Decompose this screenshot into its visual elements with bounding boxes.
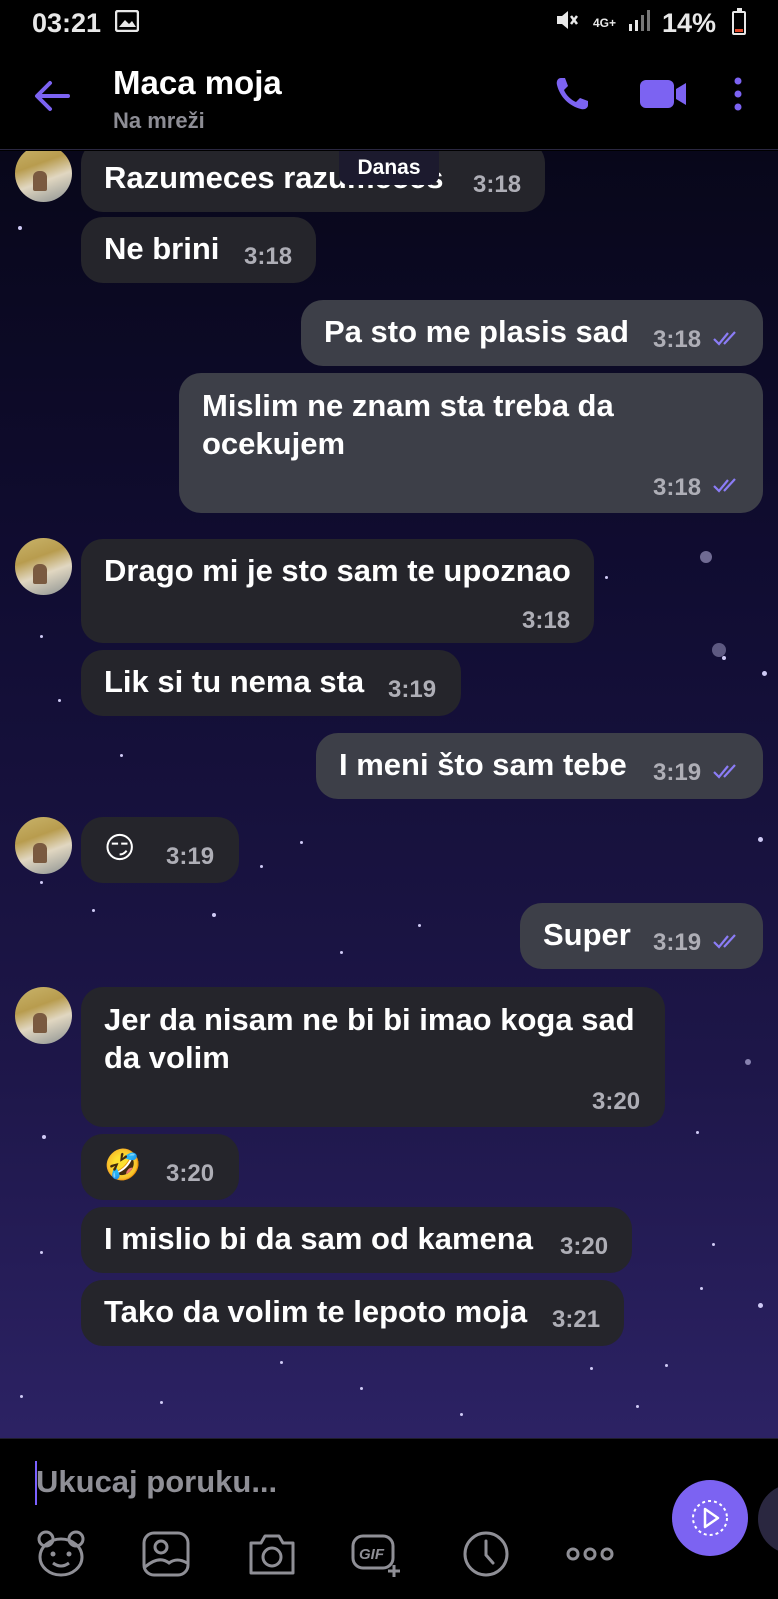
gallery-icon	[114, 8, 140, 39]
read-receipt-icon	[713, 331, 736, 346]
message-text: Lik si tu nema sta	[104, 664, 365, 699]
more-options-icon[interactable]	[564, 1529, 618, 1579]
message-bubble[interactable]: Tako da volim te lepoto moja 3:21	[81, 1280, 624, 1346]
chat-header: Maca moja Na mreži	[0, 46, 778, 150]
message-bubble[interactable]: I meni što sam tebe 3:19	[316, 733, 763, 799]
sticker-icon[interactable]	[34, 1529, 88, 1579]
message-list[interactable]: Danas Razumeces razumeces 3:18 Ne brini …	[0, 151, 778, 1438]
contact-status: Na mreži	[113, 108, 205, 133]
message-time: 3:19	[653, 759, 702, 786]
read-receipt-icon	[713, 764, 736, 779]
gallery-icon[interactable]	[139, 1529, 193, 1579]
composer-bar: GIF	[0, 1438, 778, 1599]
signal-icon	[628, 8, 650, 39]
message-time: 3:21	[552, 1306, 601, 1333]
chat-screen: 03:21 4G+ 14% Maca moja Na mreži Danas R…	[0, 0, 778, 1599]
video-icon[interactable]	[638, 74, 688, 114]
message-bubble[interactable]: Jer da nisam ne bi bi imao koga sad da v…	[81, 987, 665, 1127]
message-bubble[interactable]: Lik si tu nema sta 3:19	[81, 650, 461, 716]
read-receipt-icon	[713, 478, 736, 493]
message-bubble[interactable]: Super 3:19	[520, 903, 763, 969]
message-time: 3:19	[388, 676, 437, 703]
clock-icon[interactable]	[459, 1529, 513, 1579]
avatar[interactable]	[15, 151, 72, 202]
contact-name[interactable]: Maca moja	[113, 64, 282, 102]
message-time: 3:19	[166, 843, 215, 870]
message-time: 3:20	[166, 1160, 215, 1187]
message-bubble[interactable]: Mislim ne znam sta treba da ocekujem 3:1…	[179, 373, 763, 513]
message-time: 3:19	[653, 929, 702, 956]
message-text: Drago mi je sto sam te upoznao	[104, 553, 571, 588]
message-time: 3:18	[244, 243, 293, 270]
message-time: 3:18	[653, 474, 702, 501]
read-receipt-icon	[713, 934, 736, 949]
send-button[interactable]	[672, 1480, 748, 1556]
avatar[interactable]	[15, 817, 72, 874]
message-bubble[interactable]: I mislio bi da sam od kamena 3:20	[81, 1207, 632, 1273]
message-text: I mislio bi da sam od kamena	[104, 1221, 533, 1256]
message-text: 🤣	[104, 1149, 142, 1182]
message-time: 3:20	[560, 1233, 609, 1260]
message-bubble[interactable]: 🤣 3:20	[81, 1134, 239, 1200]
camera-icon[interactable]	[245, 1529, 299, 1579]
avatar[interactable]	[15, 538, 72, 595]
message-time: 3:18	[653, 326, 702, 353]
message-text: Tako da volim te lepoto moja	[104, 1294, 528, 1329]
secondary-button[interactable]	[758, 1484, 778, 1554]
send-icon	[692, 1500, 728, 1536]
svg-text:GIF: GIF	[359, 1546, 385, 1563]
message-bubble[interactable]: Drago mi je sto sam te upoznao 3:18	[81, 539, 594, 643]
battery-icon	[732, 8, 746, 35]
message-bubble[interactable]: Ne brini 3:18	[81, 217, 316, 283]
mute-icon	[555, 8, 581, 39]
message-text: I meni što sam tebe	[339, 747, 627, 782]
message-bubble[interactable]: Pa sto me plasis sad 3:18	[301, 300, 763, 366]
message-text: Super	[543, 917, 631, 952]
message-text: 😏	[104, 832, 136, 865]
message-time: 3:18	[522, 607, 571, 634]
status-bar: 03:21 4G+ 14%	[0, 0, 778, 46]
message-text: Pa sto me plasis sad	[324, 314, 629, 349]
back-arrow-icon[interactable]	[30, 74, 74, 118]
phone-icon[interactable]	[552, 74, 592, 114]
message-input[interactable]	[36, 1459, 596, 1505]
message-bubble[interactable]: Razumeces razumeces 3:18	[81, 151, 545, 212]
gif-icon[interactable]: GIF	[350, 1529, 404, 1579]
status-time: 03:21	[32, 7, 102, 38]
message-bubble[interactable]: 😏 3:19	[81, 817, 239, 883]
message-time: 3:18	[473, 171, 522, 198]
message-text: Jer da nisam ne bi bi imao koga sad da v…	[104, 1002, 635, 1075]
battery-percent: 14%	[661, 7, 716, 38]
date-divider: Danas	[339, 151, 439, 185]
message-text: Mislim ne znam sta treba da ocekujem	[202, 388, 614, 461]
message-text: Ne brini	[104, 231, 220, 266]
more-icon[interactable]	[728, 74, 748, 114]
message-time: 3:20	[592, 1088, 641, 1115]
network-type: 4G+	[592, 16, 616, 30]
avatar[interactable]	[15, 987, 72, 1044]
